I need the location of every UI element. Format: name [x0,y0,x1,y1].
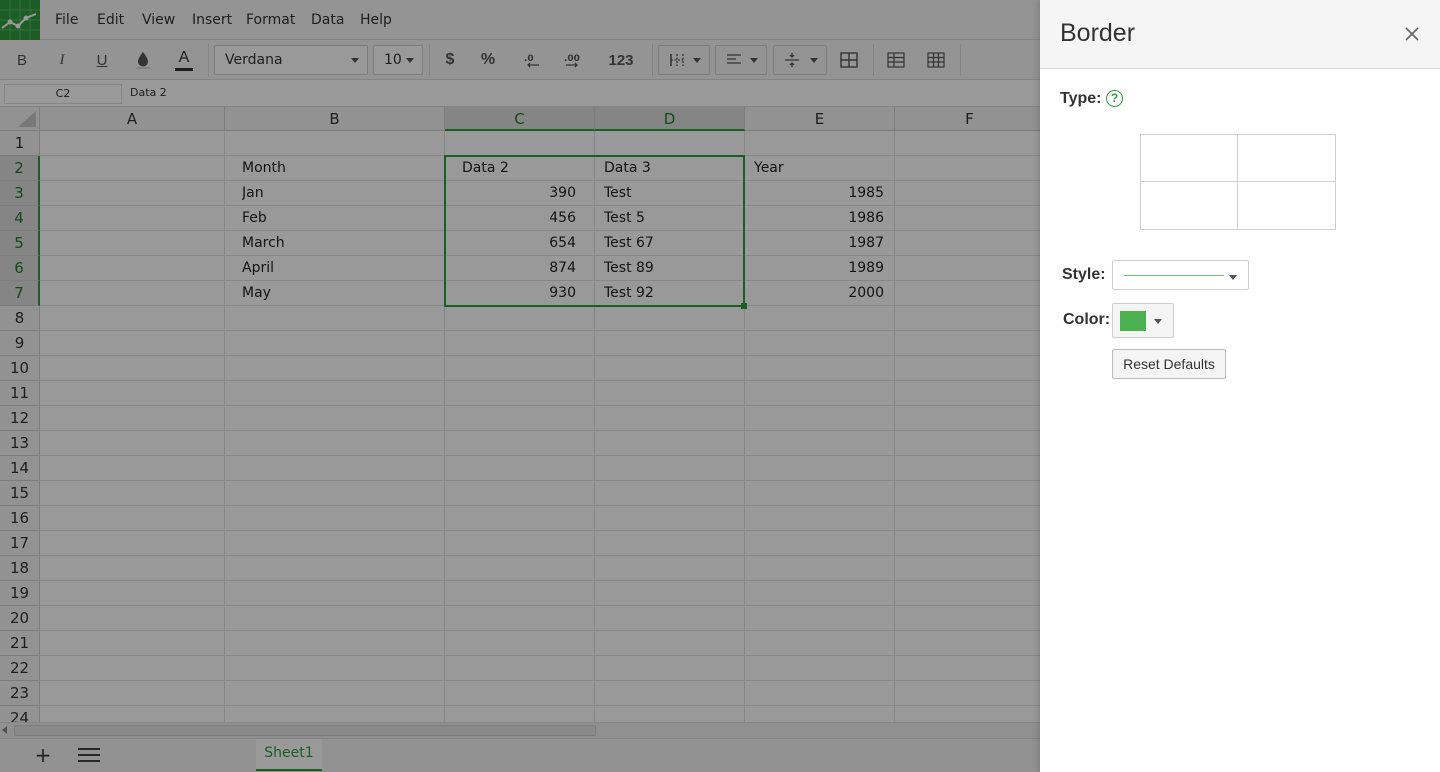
border-type-inner-vertical [1237,135,1238,229]
chevron-down-icon [1154,319,1162,324]
style-label: Style: [1062,266,1106,283]
help-icon[interactable]: ? [1106,90,1123,107]
reset-defaults-button[interactable]: Reset Defaults [1112,349,1226,379]
close-icon [1405,27,1419,41]
type-label: Type: [1060,90,1102,107]
border-color-select[interactable] [1112,303,1174,338]
color-swatch [1120,311,1146,331]
modal-overlay[interactable] [0,0,1040,772]
border-style-select[interactable] [1112,260,1249,290]
panel-title: Border [1060,19,1136,47]
border-style-preview [1124,275,1224,276]
border-panel: Border [1040,0,1440,772]
close-button[interactable] [1402,24,1422,44]
panel-header: Border [1040,0,1440,69]
border-type-inner-horizontal [1141,181,1335,182]
color-label: Color: [1063,311,1111,328]
border-type-picker[interactable] [1140,134,1336,230]
chevron-down-icon [1229,275,1237,280]
